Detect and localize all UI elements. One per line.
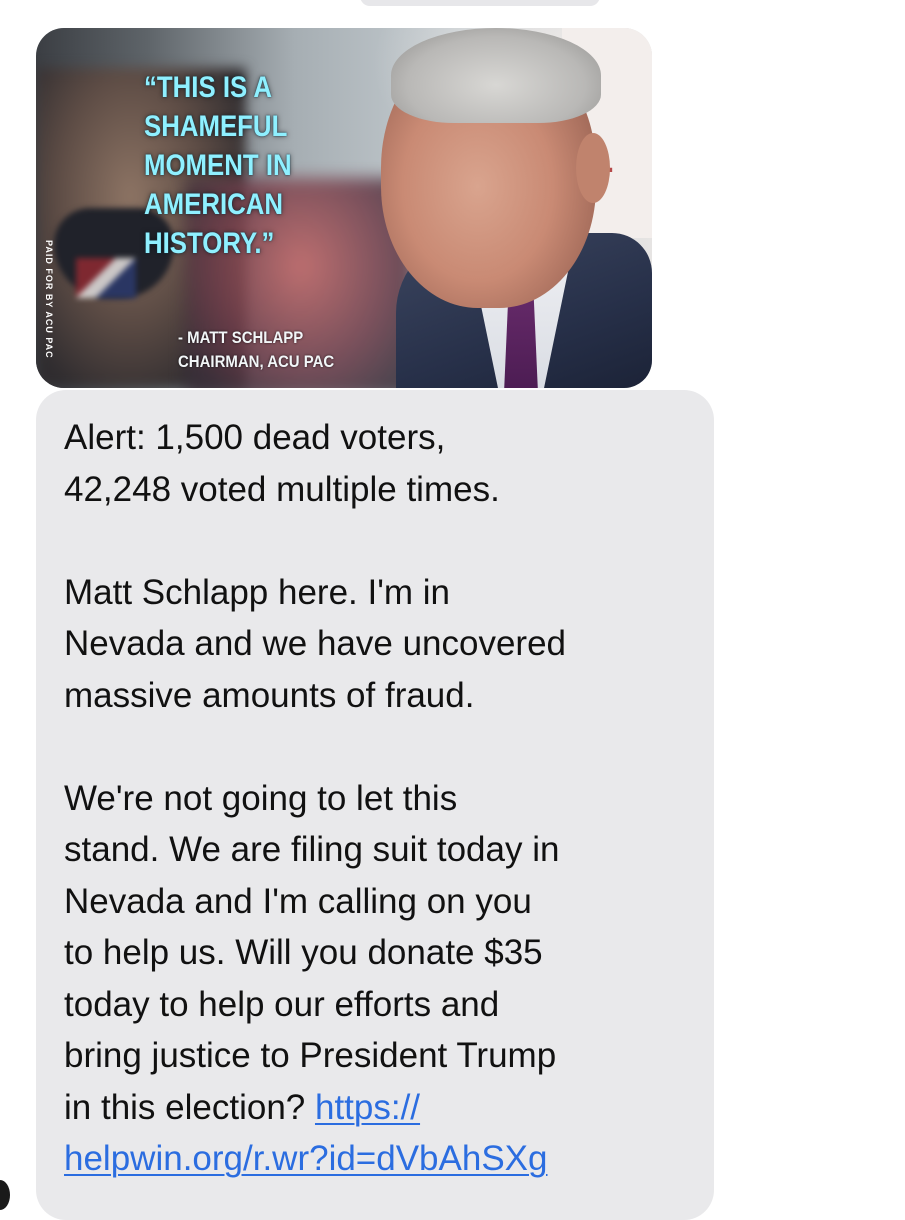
- quote-line: HISTORY.”: [144, 227, 275, 260]
- message-paragraph: Alert: 1,500 dead voters, 42,248 voted m…: [64, 412, 704, 515]
- message-line: stand. We are filing suit today in: [64, 830, 560, 869]
- message-line: helpwin.org/r.wr?id=dVbAhSXg: [64, 1133, 704, 1185]
- message-line: We're not going to let this: [64, 778, 458, 818]
- message-line: Alert: 1,500 dead voters,: [64, 418, 446, 457]
- quote-line: SHAMEFUL: [144, 110, 288, 143]
- message-line-with-link: in this election? https://: [64, 1082, 704, 1134]
- message-line: Nevada and I'm calling on you: [64, 881, 532, 921]
- quote-line: “THIS IS A: [144, 71, 273, 104]
- message-line-prefix: in this election?: [64, 1087, 315, 1127]
- quote-text: “THIS IS A SHAMEFUL MOMENT IN AMERICAN H…: [144, 68, 359, 263]
- flag-mask-pattern: [76, 258, 136, 298]
- paid-for-credit: PAID FOR BY ACU PAC: [44, 240, 54, 359]
- message-line: bring justice to President Trump: [64, 1036, 557, 1075]
- quote-attribution: - MATT SCHLAPP CHAIRMAN, ACU PAC: [178, 326, 407, 374]
- image-attachment[interactable]: L PAID FOR BY ACU PAC “THIS IS A SHAMEFU…: [36, 28, 652, 388]
- message-line: today to help our efforts and: [64, 984, 500, 1024]
- quote-line: MOMENT IN: [144, 149, 292, 182]
- speaker-hair: [391, 28, 601, 123]
- message-paragraph: We're not going to let this stand. We ar…: [64, 773, 704, 1185]
- quote-line: AMERICAN: [144, 188, 284, 221]
- attribution-title: CHAIRMAN, ACU PAC: [178, 352, 335, 371]
- donation-link[interactable]: https://: [315, 1088, 420, 1127]
- message-line: to help us. Will you donate $35: [64, 933, 543, 972]
- attribution-name: - MATT SCHLAPP: [178, 328, 304, 347]
- message-line: 42,248 voted multiple times.: [64, 469, 500, 509]
- screen-edge-artifact: [0, 1180, 10, 1210]
- message-line: massive amounts of fraud.: [64, 675, 475, 715]
- message-paragraph: Matt Schlapp here. I'm in Nevada and we …: [64, 567, 704, 722]
- message-body: Alert: 1,500 dead voters, 42,248 voted m…: [64, 412, 704, 1185]
- message-line: Nevada and we have uncovered: [64, 624, 567, 663]
- speaker-ear: [576, 133, 610, 203]
- message-line: Matt Schlapp here. I'm in: [64, 572, 451, 612]
- previous-message-edge: [360, 0, 600, 6]
- donation-link-continued[interactable]: helpwin.org/r.wr?id=dVbAhSXg: [64, 1139, 548, 1178]
